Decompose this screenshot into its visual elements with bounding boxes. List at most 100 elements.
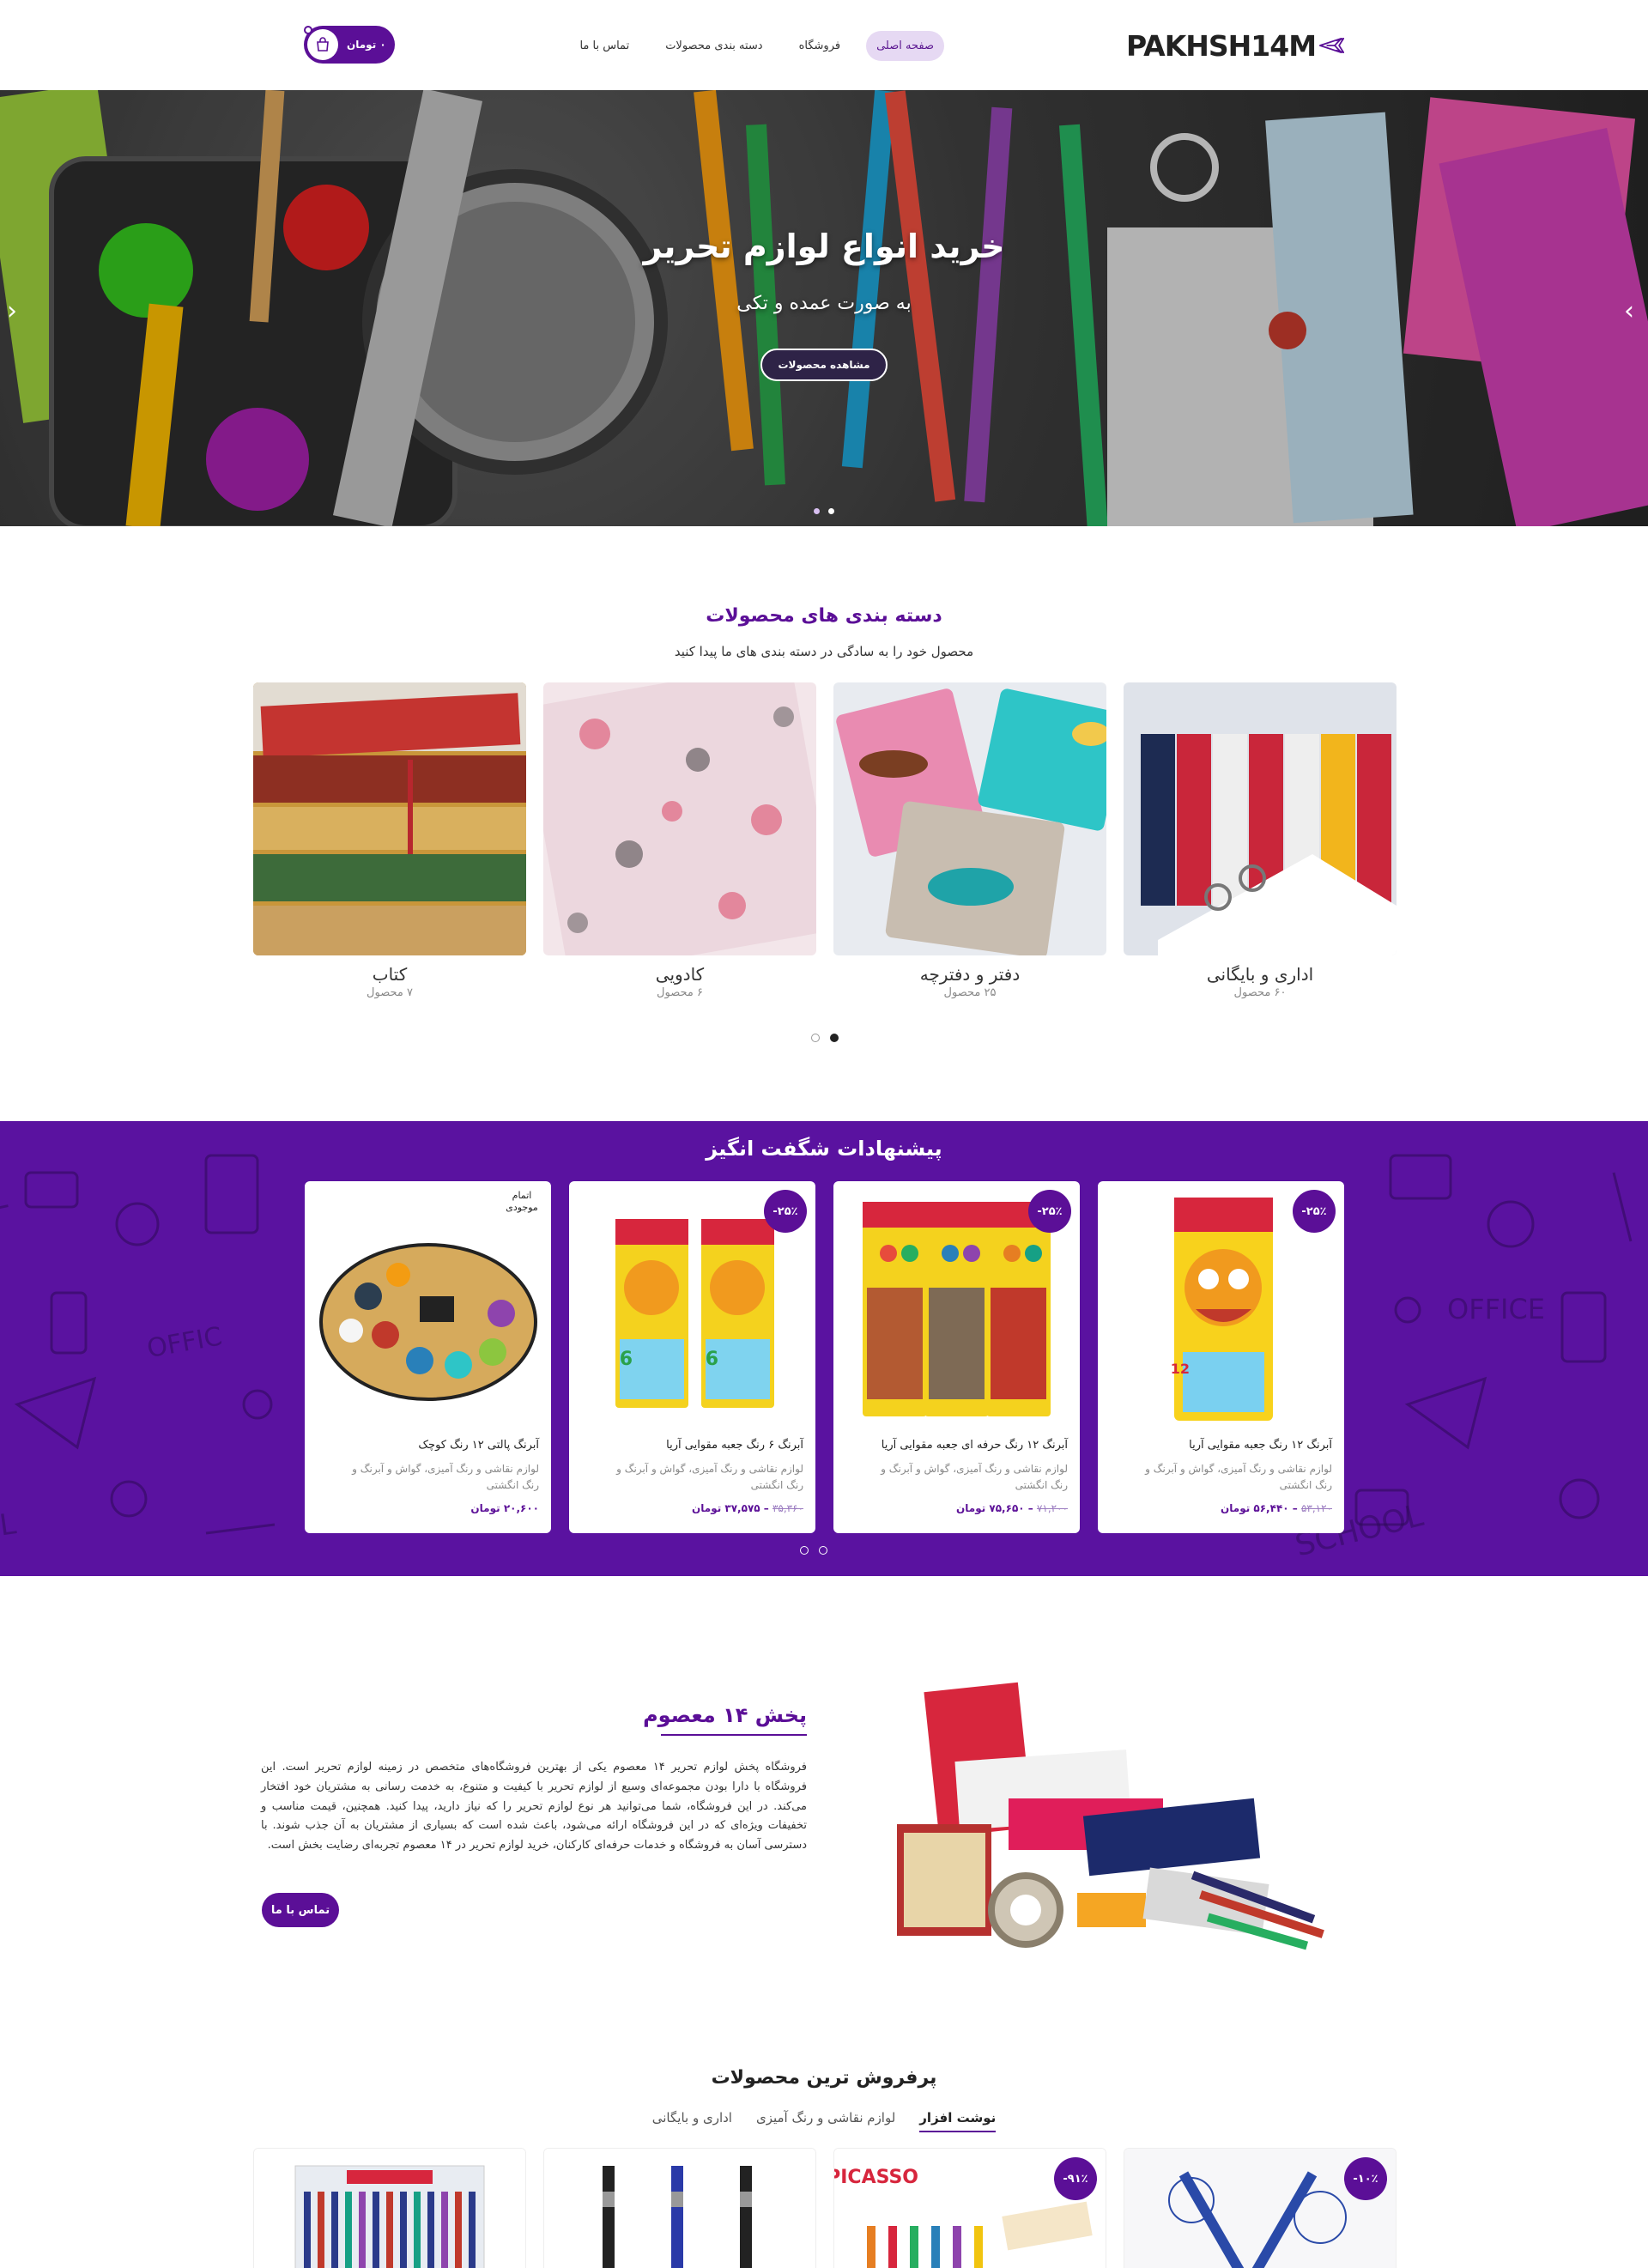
product-name[interactable]: آبرنگ پالتی ۱۲ رنگ کوچک — [316, 1439, 539, 1452]
discount-badge: ۹۱٪- — [1054, 2157, 1097, 2200]
about-title: پخش ۱۴ معصوم — [643, 1703, 807, 1727]
svg-text:OFFICE: OFFICE — [1447, 1293, 1545, 1325]
product-price: ۲۰,۶۰۰ تومان — [316, 1502, 539, 1514]
cart-count-dot — [304, 26, 312, 34]
tab-stationery[interactable]: نوشت افزار — [919, 2110, 997, 2132]
product-card[interactable] — [253, 2148, 526, 2268]
product-name[interactable]: آبرنگ ۱۲ رنگ جعبه مقوایی آریا — [1109, 1439, 1332, 1452]
nav-contact[interactable]: تماس با ما — [569, 31, 639, 61]
mechanical-pencil-image — [544, 2149, 815, 2268]
categories-pagination — [811, 1034, 839, 1042]
view-products-button[interactable]: مشاهده محصولات — [760, 349, 888, 381]
hero-title: خرید انواع لوازم تحریر — [643, 227, 1005, 265]
amazing-offers-section: SCHOOL OFFICE OFFIC SCHOOL SCHOOL پیشنها… — [0, 1121, 1648, 1576]
product-category[interactable]: لوازم نقاشی و رنگ آمیزی، گواش و آبرنگ و … — [879, 1461, 1068, 1494]
site-logo[interactable]: PAKHSH14M — [1126, 24, 1345, 67]
category-dot-active[interactable] — [830, 1034, 839, 1042]
product-name[interactable]: آبرنگ ۶ رنگ جعبه مقوایی آریا — [580, 1439, 803, 1452]
offers-title: پیشنهادات شگفت انگیز — [706, 1137, 942, 1161]
svg-text:12: 12 — [1171, 1361, 1190, 1377]
hero-slider: خرید انواع لوازم تحریر به صورت عمده و تک… — [0, 90, 1648, 526]
discount-badge: ۲۵٪- — [1028, 1190, 1071, 1233]
product-category[interactable]: لوازم نقاشی و رنگ آمیزی، گواش و آبرنگ و … — [1143, 1461, 1332, 1494]
binders-image — [1124, 682, 1397, 955]
logo-text: PAKHSH14M — [1126, 28, 1317, 63]
category-count: ۷ محصول — [367, 986, 413, 999]
site-header: PAKHSH14M صفحه اصلی فروشگاه دسته بندی مح… — [0, 0, 1648, 90]
product-card[interactable]: 12 ۲۵٪- آبرنگ ۱۲ رنگ جعبه مقوایی آریا لو… — [1098, 1181, 1344, 1533]
paper-plane-icon — [1319, 38, 1345, 53]
product-new-price: ۳۷,۵۷۵ تومان — [692, 1502, 760, 1514]
nav-categories[interactable]: دسته بندی محصولات — [655, 31, 772, 61]
category-dot[interactable] — [811, 1034, 820, 1042]
brand-label: PICASSO — [833, 2167, 918, 2188]
cart-total: ۰ تومان — [347, 39, 386, 51]
notebooks-image — [833, 682, 1106, 955]
product-new-price: ۲۰,۶۰۰ تومان — [470, 1502, 539, 1514]
svg-text:6: 6 — [706, 1349, 718, 1370]
offers-dot[interactable] — [800, 1546, 809, 1555]
doodle-pattern-background: SCHOOL OFFICE OFFIC SCHOOL SCHOOL — [0, 1154, 1633, 1563]
product-old-price: ۳۵,۳۶۰ — [772, 1502, 803, 1514]
hero-subtitle: به صورت عمده و تکی — [736, 293, 912, 314]
contact-us-button[interactable]: تماس با ما — [262, 1893, 339, 1927]
product-card[interactable]: PICASSO ۹۱٪- — [833, 2148, 1106, 2268]
category-name: اداری و بایگانی — [1206, 964, 1314, 985]
category-count: ۲۵ محصول — [943, 986, 997, 999]
nav-shop[interactable]: فروشگاه — [789, 31, 851, 61]
offers-pagination — [800, 1546, 827, 1555]
product-category[interactable]: لوازم نقاشی و رنگ آمیزی، گواش و آبرنگ و … — [615, 1461, 803, 1494]
product-price: ۳۵,۳۶۰ – ۳۷,۵۷۵ تومان — [692, 1502, 803, 1514]
category-card[interactable]: کتاب ۷ محصول — [253, 682, 526, 1009]
pro-watercolor-box-image — [863, 1202, 1051, 1416]
category-name: کادویی — [655, 964, 705, 985]
out-of-stock-badge: اتمام موجودی — [506, 1190, 538, 1214]
tab-office[interactable]: اداری و بایگانی — [652, 2110, 732, 2132]
svg-text:SCHOOL: SCHOOL — [0, 1507, 18, 1558]
discount-badge: ۲۵٪- — [764, 1190, 807, 1233]
svg-text:OFFIC: OFFIC — [145, 1321, 225, 1364]
main-nav: صفحه اصلی فروشگاه دسته بندی محصولات تماس… — [579, 27, 944, 64]
product-old-price: ۷۱,۲۰۰ — [1036, 1502, 1068, 1514]
svg-text:SCHOOL: SCHOOL — [0, 1180, 10, 1242]
discount-badge: ۲۵٪- — [1293, 1190, 1336, 1233]
shopping-bag-icon — [307, 29, 338, 60]
offers-dot[interactable] — [819, 1546, 827, 1555]
product-price: ۵۳,۱۲۰ – ۵۶,۴۴۰ تومان — [1221, 1502, 1332, 1514]
svg-text:6: 6 — [620, 1349, 633, 1370]
palette-watercolor-image — [319, 1243, 537, 1401]
nav-home[interactable]: صفحه اصلی — [866, 30, 944, 61]
hero-dot[interactable] — [814, 508, 820, 514]
best-sellers-tabs: نوشت افزار لوازم نقاشی و رنگ آمیزی اداری… — [0, 2110, 1648, 2132]
category-name: دفتر و دفترچه — [919, 964, 1021, 985]
product-new-price: ۵۶,۴۴۰ تومان — [1221, 1502, 1289, 1514]
product-card[interactable]: ۱۰٪- — [1124, 2148, 1397, 2268]
product-new-price: ۷۵,۶۵۰ تومان — [956, 1502, 1025, 1514]
chevron-left-icon[interactable]: ‹ — [7, 296, 17, 326]
category-count: ۶۰ محصول — [1233, 986, 1287, 999]
best-sellers-title: پرفروش ترین محصولات — [711, 2067, 937, 2089]
product-card[interactable]: اتمام موجودی آبرنگ پالتی ۱۲ رنگ کوچک لوا… — [305, 1181, 551, 1533]
hero-dot-active[interactable] — [828, 508, 834, 514]
gift-paper-image — [543, 682, 816, 955]
books-image — [253, 682, 526, 955]
discount-badge: ۱۰٪- — [1344, 2157, 1387, 2200]
hero-pagination — [814, 508, 834, 514]
chevron-right-icon[interactable]: › — [1624, 296, 1634, 326]
category-card[interactable]: اداری و بایگانی ۶۰ محصول — [1124, 682, 1397, 1009]
cart-button[interactable]: ۰ تومان — [304, 26, 395, 64]
category-count: ۶ محصول — [657, 986, 703, 999]
product-price: ۷۱,۲۰۰ – ۷۵,۶۵۰ تومان — [956, 1502, 1068, 1514]
stationery-collection-image — [897, 1682, 1324, 1950]
about-text: فروشگاه پخش لوازم تحریر ۱۴ معصوم یکی از … — [261, 1761, 807, 1852]
category-card[interactable]: کادویی ۶ محصول — [543, 682, 816, 1009]
category-card[interactable]: دفتر و دفترچه ۲۵ محصول — [833, 682, 1106, 1009]
product-category[interactable]: لوازم نقاشی و رنگ آمیزی، گواش و آبرنگ و … — [350, 1461, 539, 1494]
product-old-price: ۵۳,۱۲۰ — [1300, 1502, 1332, 1514]
product-card[interactable]: ۲۵٪- آبرنگ ۱۲ رنگ حرفه ای جعبه مقوایی آر… — [833, 1181, 1080, 1533]
product-name[interactable]: آبرنگ ۱۲ رنگ حرفه ای جعبه مقوایی آریا — [845, 1439, 1068, 1452]
tab-painting[interactable]: لوازم نقاشی و رنگ آمیزی — [756, 2110, 895, 2132]
watercolor-box-image: 12 — [1171, 1198, 1273, 1421]
product-card[interactable] — [543, 2148, 816, 2268]
product-card[interactable]: 6 6 ۲۵٪- آبرنگ ۶ رنگ جعبه مقوایی آریا لو… — [569, 1181, 815, 1533]
